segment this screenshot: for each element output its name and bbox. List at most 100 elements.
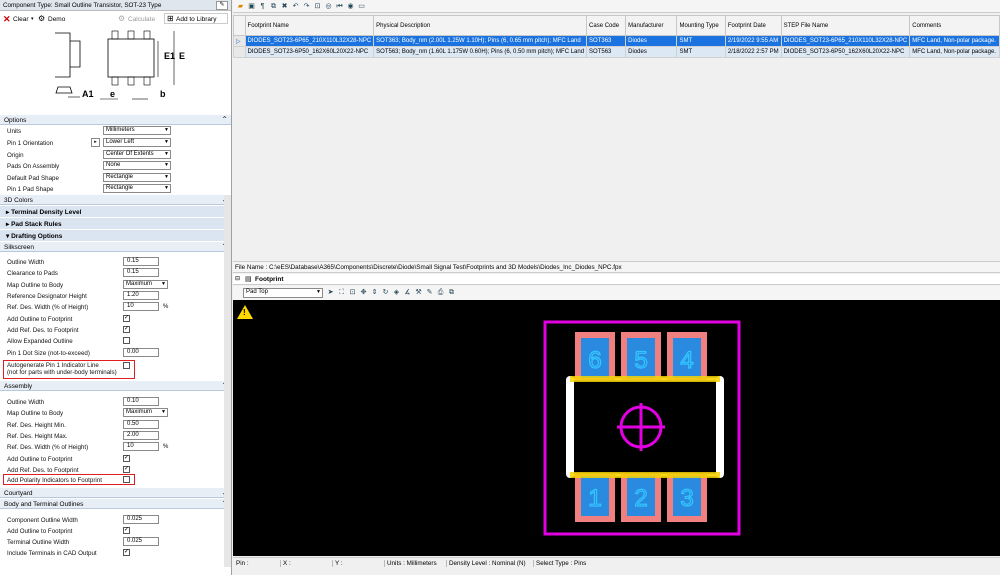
col-header[interactable]: Case Code	[586, 15, 627, 36]
table-cell[interactable]: SMT	[676, 46, 726, 58]
col-header[interactable]: STEP File Name	[780, 15, 911, 36]
table-cell[interactable]: Diodes	[625, 35, 678, 47]
pin1-dot-size-input[interactable]: 0.00	[123, 348, 159, 357]
ref-height-min-input[interactable]: 0.50	[123, 420, 159, 429]
courtyard-header[interactable]: Courtyard⌄	[0, 488, 231, 498]
zoom-fit-icon[interactable]: ⛶	[337, 288, 346, 297]
assy-add-ref-checkbox[interactable]: ✓	[123, 466, 130, 473]
table-cell[interactable]: DIODES_SOT23-6P65_210X110L32X28-NPC	[244, 35, 375, 47]
edit-icon[interactable]: ✎	[425, 288, 434, 297]
add-polarity-checkbox[interactable]	[123, 476, 130, 483]
zoom-window-icon[interactable]: ⊡	[348, 288, 357, 297]
table-cell[interactable]: Diodes	[625, 46, 678, 58]
pan-icon[interactable]: ✥	[359, 288, 368, 297]
tools-icon[interactable]: ⚒	[414, 288, 423, 297]
assembly-header[interactable]: Assembly⌃	[0, 381, 231, 391]
units-select[interactable]: Millimeters ▼	[103, 126, 171, 135]
comp-outline-width-input[interactable]: 0.025	[123, 515, 159, 524]
ref-des-height-input[interactable]: 1.20	[123, 291, 159, 300]
move-icon[interactable]: ⇕	[370, 288, 379, 297]
group-pad-stack[interactable]: ▸ Pad Stack Rules	[0, 218, 231, 229]
pin-icon[interactable]: ✎	[216, 1, 228, 10]
table-cell[interactable]: DIODES_SOT23-6P65_210X110L32X28-NPC	[780, 35, 911, 47]
select-arrow-icon[interactable]: ➤	[326, 288, 335, 297]
table-cell[interactable]: MFC Land, Non-polar package.	[909, 46, 1000, 58]
filter-icon[interactable]: ¶	[258, 2, 267, 11]
table-row[interactable]: ▷ DIODES_SOT23-6P65_210X110L32X28-NPC SO…	[233, 35, 1000, 47]
options-header[interactable]: Options ⌃	[0, 115, 231, 125]
silk-outline-width-input[interactable]: 0.15	[123, 257, 159, 266]
colors-3d-header[interactable]: 3D Colors⌄	[0, 195, 231, 205]
settings-icon[interactable]: ▭	[357, 2, 366, 11]
layer-select[interactable]: Pad Top ▼	[243, 288, 323, 298]
export-icon[interactable]: ⊡	[313, 2, 322, 11]
body-terminal-header[interactable]: Body and Terminal Outlines⌃	[0, 499, 231, 509]
collapse-icon[interactable]: ⊟	[235, 275, 240, 282]
delete-icon[interactable]: ✖	[280, 2, 289, 11]
copy-image-icon[interactable]: ⧉	[447, 288, 456, 297]
pin1-pad-shape-select[interactable]: Rectangle ▼	[103, 184, 171, 193]
pads-on-assembly-select[interactable]: None ▼	[103, 161, 171, 170]
table-cell[interactable]: MFC Land, Non-polar package.	[909, 35, 1000, 47]
ref-height-max-input[interactable]: 2.00	[123, 431, 159, 440]
table-cell[interactable]: SOT363	[586, 35, 627, 47]
rotate-icon[interactable]: ↻	[381, 288, 390, 297]
assy-ref-width-input[interactable]: 10	[123, 442, 159, 451]
group-terminal-density[interactable]: ▸ Terminal Density Level	[0, 206, 231, 217]
pin1-picker-icon[interactable]: ▸	[91, 138, 100, 147]
save-icon[interactable]: ▣	[247, 2, 256, 11]
first-icon[interactable]: ⏮	[335, 2, 344, 11]
body-add-outline-checkbox[interactable]: ✓	[123, 527, 130, 534]
calculate-button[interactable]: Calculate	[128, 16, 155, 23]
col-header[interactable]: Mounting Type	[676, 15, 726, 36]
silkscreen-header[interactable]: Silkscreen⌃	[0, 242, 231, 252]
col-header[interactable]: Footprint Date	[724, 15, 782, 36]
assy-add-outline-checkbox[interactable]: ✓	[123, 455, 130, 462]
origin-select[interactable]: Center Of Extents ▼	[103, 150, 171, 159]
print-icon[interactable]: ⎙	[436, 288, 445, 297]
col-header[interactable]: Comments	[909, 15, 1000, 36]
assy-outline-width-input[interactable]: 0.10	[123, 397, 159, 406]
group-drafting-options[interactable]: ▾ Drafting Options	[0, 230, 231, 241]
include-terminals-checkbox[interactable]: ✓	[123, 549, 130, 556]
view-icon[interactable]: ◉	[346, 2, 355, 11]
pin1-orientation-select[interactable]: Lower Left ▼	[103, 138, 171, 147]
add-to-library-button[interactable]: ⊞ Add to Library	[164, 13, 228, 24]
allow-expanded-checkbox[interactable]	[123, 337, 130, 344]
col-header[interactable]: Manufacturer	[625, 15, 678, 36]
table-cell[interactable]: 2/18/2022 2:57 PM	[724, 46, 782, 58]
copy-icon[interactable]: ⧉	[269, 2, 278, 11]
table-cell[interactable]: 2/19/2022 9:55 AM	[724, 35, 782, 47]
chevron-down-icon[interactable]: ▾	[31, 16, 34, 22]
clear-button[interactable]: Clear	[13, 16, 29, 23]
table-cell[interactable]: SOT363; Body_nm (2.00L 1.25W 1.10H); Pin…	[373, 35, 588, 47]
silk-add-outline-checkbox[interactable]: ✓	[123, 315, 130, 322]
silk-ref-width-input[interactable]: 10	[123, 302, 159, 311]
table-cell[interactable]: SMT	[676, 35, 726, 47]
row-selector[interactable]	[233, 46, 246, 58]
left-scrollbar[interactable]	[224, 195, 231, 567]
table-cell[interactable]: DIODES_SOT23-6P50_162X60L20X22-NPC	[244, 46, 375, 58]
table-cell[interactable]: DIODES_SOT23-6P50_162X60L20X22-NPC	[780, 46, 911, 58]
autogen-pin1-checkbox[interactable]	[123, 362, 130, 369]
table-row[interactable]: DIODES_SOT23-6P50_162X60L20X22-NPC SOT56…	[233, 46, 1000, 58]
clear-icon[interactable]: ✕	[3, 14, 11, 25]
term-outline-width-input[interactable]: 0.025	[123, 537, 159, 546]
default-pad-shape-select[interactable]: Rectangle ▼	[103, 173, 171, 182]
clearance-to-pads-input[interactable]: 0.15	[123, 268, 159, 277]
silk-add-ref-checkbox[interactable]: ✓	[123, 326, 130, 333]
measure-icon[interactable]: ∡	[403, 288, 412, 297]
silk-map-outline-select[interactable]: Maximum ▼	[123, 280, 168, 289]
open-folder-icon[interactable]: ▰	[236, 2, 245, 11]
refresh-icon[interactable]: ◎	[324, 2, 333, 11]
demo-button[interactable]: Demo	[48, 16, 65, 23]
undo-icon[interactable]: ↶	[291, 2, 300, 11]
footprint-canvas[interactable]: ! 6 5 4 1 2 3	[233, 300, 1000, 556]
table-cell[interactable]: SOT563	[586, 46, 627, 58]
assy-map-outline-select[interactable]: Maximum ▼	[123, 408, 168, 417]
table-cell[interactable]: SOT563; Body_nm (1.60L 1.175W 0.60H); Pi…	[373, 46, 588, 58]
col-header[interactable]: Footprint Name	[244, 15, 375, 36]
layer-icon[interactable]: ◈	[392, 288, 401, 297]
redo-icon[interactable]: ↷	[302, 2, 311, 11]
col-header[interactable]: Physical Description	[373, 15, 588, 36]
